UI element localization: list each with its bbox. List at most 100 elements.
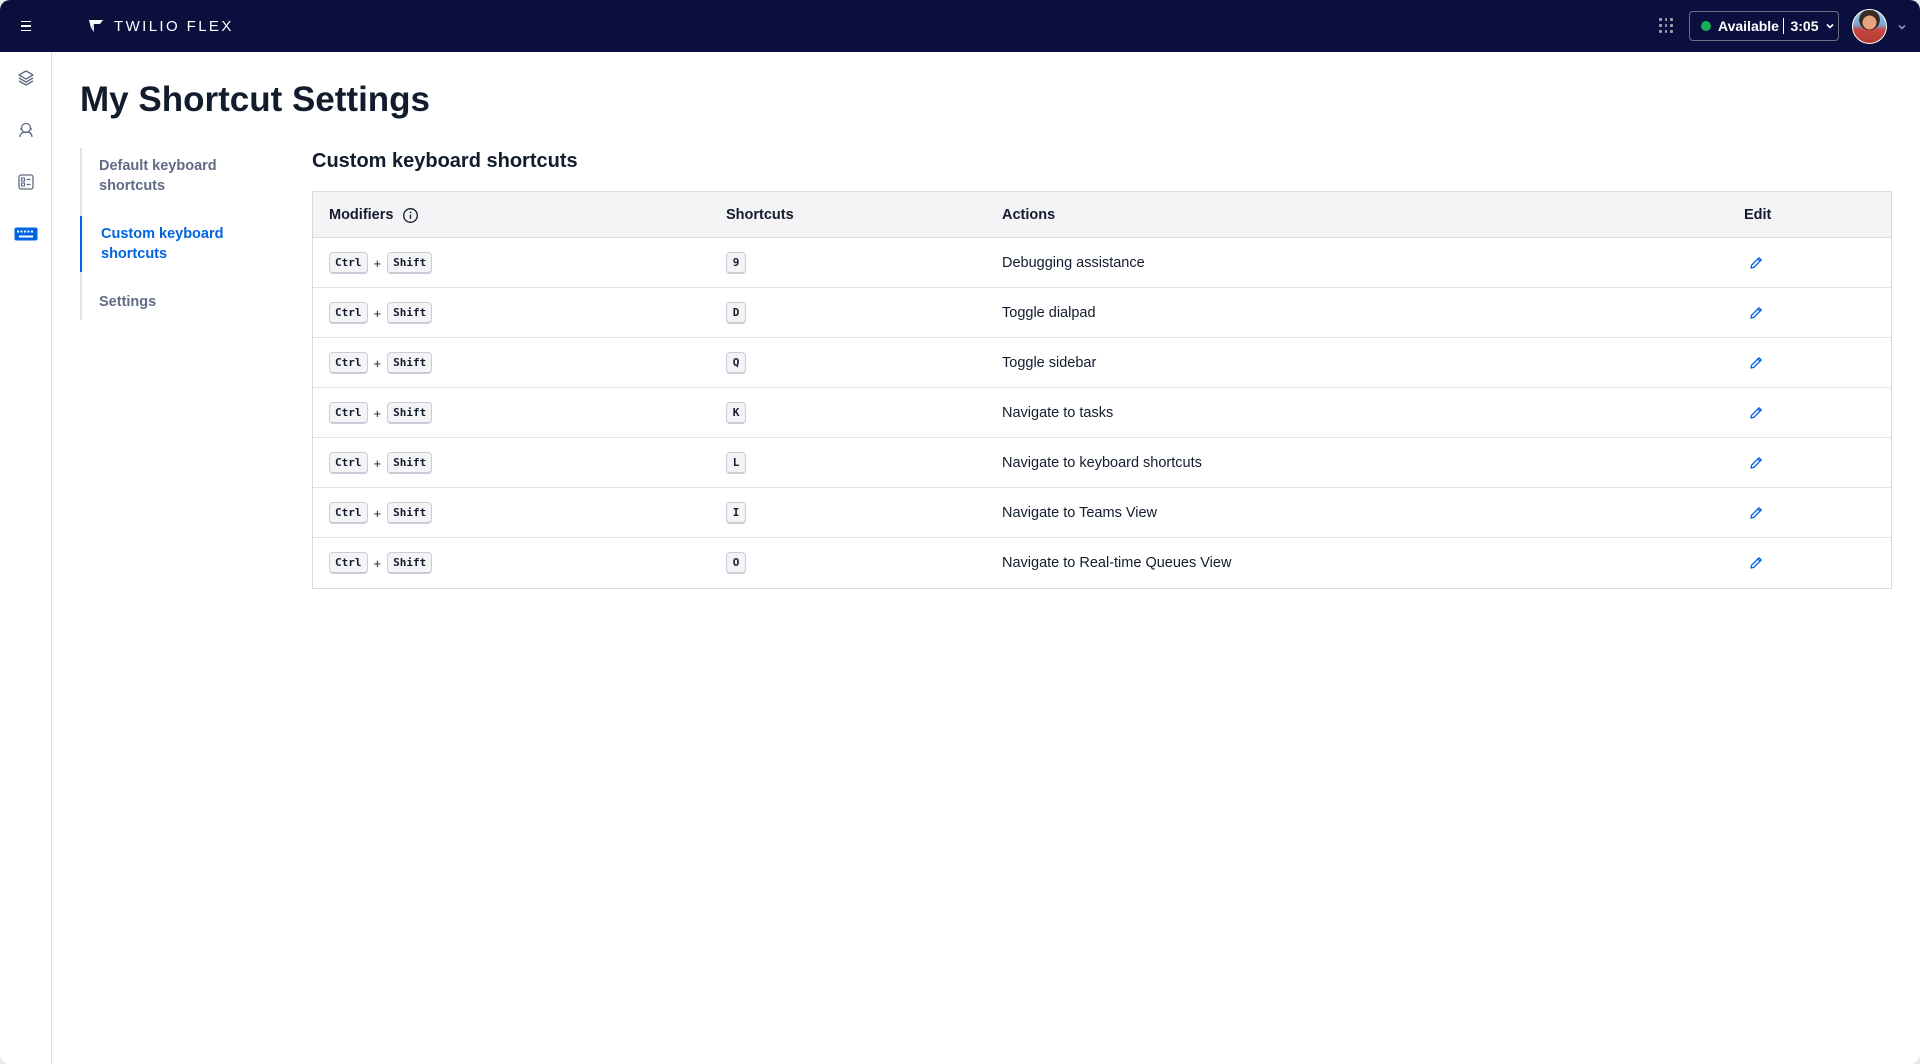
shortcuts-table: Modifiers Shortcuts Actions Edit Ctrl + … xyxy=(312,191,1892,589)
action-cell: Toggle dialpad xyxy=(1002,288,1096,338)
action-label: Navigate to keyboard shortcuts xyxy=(1002,455,1202,471)
subnav-item-label: Custom keyboard xyxy=(101,226,224,242)
brand[interactable]: TWILIO FLEX xyxy=(88,16,234,36)
apps-grid-icon[interactable] xyxy=(1659,18,1675,34)
plus-sign: + xyxy=(373,305,382,321)
shortcut-cell: I xyxy=(726,488,746,538)
modifiers-cell: Ctrl + Shift xyxy=(329,388,433,438)
avatar[interactable] xyxy=(1852,9,1887,44)
action-label: Navigate to tasks xyxy=(1002,405,1114,421)
edit-cell xyxy=(1746,438,1766,488)
page-title: My Shortcut Settings xyxy=(80,80,431,119)
action-label: Debugging assistance xyxy=(1002,255,1145,271)
edit-button[interactable] xyxy=(1746,553,1766,573)
edit-button[interactable] xyxy=(1746,253,1766,273)
table-row: Ctrl + Shift O Navigate to Real-time Que… xyxy=(313,538,1891,588)
table-row: Ctrl + Shift 9 Debugging assistance xyxy=(313,238,1891,288)
rail-item-layers[interactable] xyxy=(12,64,40,92)
subnav-item-default-shortcuts[interactable]: Default keyboard shortcuts xyxy=(80,156,280,196)
status-divider xyxy=(1782,18,1785,34)
action-cell: Navigate to tasks xyxy=(1002,388,1113,438)
modifier-key-shift: Shift xyxy=(387,502,433,524)
edit-button[interactable] xyxy=(1746,303,1766,323)
modifier-key-ctrl: Ctrl xyxy=(329,352,368,374)
modifiers-cell: Ctrl + Shift xyxy=(329,338,433,388)
table-header: Modifiers Shortcuts Actions Edit xyxy=(313,192,1891,238)
table-row: Ctrl + Shift L Navigate to keyboard shor… xyxy=(313,438,1891,488)
modifier-key-ctrl: Ctrl xyxy=(329,302,368,324)
chevron-down-icon[interactable] xyxy=(1896,21,1908,33)
rail-item-dashboard[interactable] xyxy=(12,168,40,196)
table-row: Ctrl + Shift D Toggle dialpad xyxy=(313,288,1891,338)
action-label: Toggle dialpad xyxy=(1002,305,1096,321)
rail-item-agent[interactable] xyxy=(12,116,40,144)
shortcut-key: I xyxy=(726,502,746,524)
pencil-icon xyxy=(1750,457,1762,469)
column-header-actions: Actions xyxy=(1002,207,1056,223)
keyboard-icon xyxy=(14,227,38,241)
app-window: TWILIO FLEX Available 3:05 My Shortcut S… xyxy=(0,0,1920,1064)
action-cell: Debugging assistance xyxy=(1002,238,1145,288)
edit-cell xyxy=(1746,488,1766,538)
activity-status-button[interactable]: Available 3:05 xyxy=(1689,11,1839,41)
modifier-key-shift: Shift xyxy=(387,252,433,274)
subnav-item-label: Settings xyxy=(99,294,157,310)
modifier-key-ctrl: Ctrl xyxy=(329,252,368,274)
modifiers-cell: Ctrl + Shift xyxy=(329,238,433,288)
modifier-key-ctrl: Ctrl xyxy=(329,552,368,574)
subnav-item-custom-shortcuts[interactable]: Custom keyboard shortcuts xyxy=(80,216,280,272)
column-header-edit: Edit xyxy=(1744,207,1772,223)
modifier-key-shift: Shift xyxy=(387,452,433,474)
shortcut-cell: 9 xyxy=(726,238,746,288)
action-label: Navigate to Teams View xyxy=(1002,505,1158,521)
rail-item-keyboard[interactable] xyxy=(12,220,40,248)
menu-icon[interactable] xyxy=(16,16,36,36)
edit-cell xyxy=(1746,338,1766,388)
modifier-key-shift: Shift xyxy=(387,402,433,424)
shortcut-key: O xyxy=(726,552,746,574)
modifier-key-ctrl: Ctrl xyxy=(329,452,368,474)
modifier-key-shift: Shift xyxy=(387,352,433,374)
edit-cell xyxy=(1746,288,1766,338)
edit-cell xyxy=(1746,238,1766,288)
plus-sign: + xyxy=(373,505,382,521)
table-row: Ctrl + Shift K Navigate to tasks xyxy=(313,388,1891,438)
layers-icon xyxy=(18,70,34,86)
shortcut-cell: L xyxy=(726,438,746,488)
shortcut-key: K xyxy=(726,402,746,424)
top-bar: TWILIO FLEX Available 3:05 xyxy=(0,0,1920,52)
edit-button[interactable] xyxy=(1746,453,1766,473)
subnav-item-label: Default keyboard xyxy=(99,158,217,174)
info-icon[interactable] xyxy=(402,207,419,224)
shortcut-cell: K xyxy=(726,388,746,438)
modifier-key-ctrl: Ctrl xyxy=(329,402,368,424)
table-row: Ctrl + Shift Q Toggle sidebar xyxy=(313,338,1891,388)
shortcut-key: D xyxy=(726,302,746,324)
brand-name: TWILIO FLEX xyxy=(114,17,234,35)
settings-subnav: Default keyboard shortcuts Custom keyboa… xyxy=(80,148,280,320)
plus-sign: + xyxy=(373,455,382,471)
modifiers-cell: Ctrl + Shift xyxy=(329,288,433,338)
side-rail xyxy=(0,52,52,1064)
subnav-item-label: shortcuts xyxy=(99,178,166,194)
action-cell: Navigate to Real-time Queues View xyxy=(1002,538,1231,588)
shortcut-cell: O xyxy=(726,538,746,588)
modifiers-cell: Ctrl + Shift xyxy=(329,488,433,538)
pencil-icon xyxy=(1750,307,1762,319)
pencil-icon xyxy=(1750,557,1762,569)
edit-button[interactable] xyxy=(1746,353,1766,373)
action-label: Toggle sidebar xyxy=(1002,355,1097,371)
status-timer: 3:05 xyxy=(1790,18,1819,34)
shortcut-key: 9 xyxy=(726,252,746,274)
edit-button[interactable] xyxy=(1746,503,1766,523)
chevron-down-icon xyxy=(1825,23,1834,29)
modifier-key-shift: Shift xyxy=(387,552,433,574)
subnav-item-settings[interactable]: Settings xyxy=(80,292,280,312)
section-title: Custom keyboard shortcuts xyxy=(312,150,578,172)
edit-button[interactable] xyxy=(1746,403,1766,423)
pencil-icon xyxy=(1750,357,1762,369)
modifier-key-ctrl: Ctrl xyxy=(329,502,368,524)
agent-icon xyxy=(19,122,33,138)
shortcut-cell: Q xyxy=(726,338,746,388)
pencil-icon xyxy=(1750,407,1762,419)
